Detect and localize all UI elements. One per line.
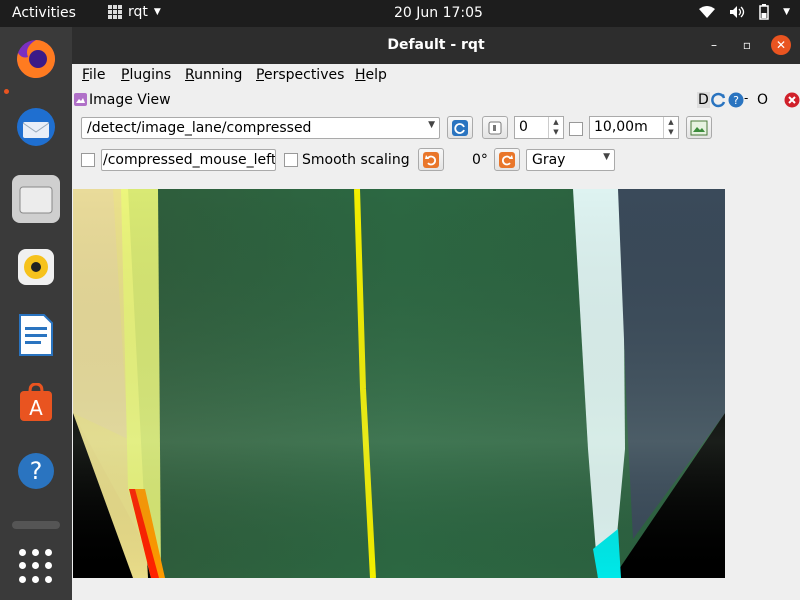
menu-file[interactable]: File [82,67,105,83]
minimize-button[interactable]: – [704,35,724,55]
rotate-right-icon [499,151,515,168]
close-button[interactable]: ✕ [771,35,791,55]
chevron-down-icon: ▼ [428,120,435,130]
options-button[interactable]: O [757,92,768,108]
mouse-topic-value: /compressed_mouse_left [103,152,276,168]
menu-help[interactable]: Help [355,67,387,83]
svg-text:?: ? [30,457,43,485]
topic-select[interactable]: /detect/image_lane/compressed ▼ [81,117,440,139]
mouse-publish-checkbox[interactable] [81,153,95,167]
wifi-icon [699,5,716,18]
smooth-scaling-label: Smooth scaling [302,152,410,168]
running-indicator [4,89,9,94]
chevron-down-icon: ▼ [153,7,161,17]
rotation-label: 0° [472,152,488,168]
color-scheme-value: Gray [532,152,566,168]
battery-icon [759,4,769,20]
help-icon[interactable]: ? [12,447,60,495]
window-title: Default - rqt [387,37,485,53]
rqt-window: Default - rqt – ▫ ✕ File Plugins Running… [72,27,800,600]
svg-text:A: A [29,396,43,420]
plugin-header: Image View D ? - O [72,89,800,111]
title-bar[interactable]: Default - rqt – ▫ ✕ [72,27,800,64]
show-applications-button[interactable] [19,549,53,583]
queue-size-spinbox[interactable]: 0 ▲ ▼ [514,116,564,139]
dock-plugin-button[interactable]: D [697,92,710,108]
smooth-scaling-checkbox[interactable] [284,153,298,167]
queue-size-value: 0 [519,119,528,135]
close-plugin-icon[interactable] [784,92,800,108]
rotate-left-icon [423,151,439,168]
image-view[interactable] [73,189,725,578]
minus-icon[interactable]: - [744,91,748,105]
activities-button[interactable]: Activities [12,5,76,21]
clock[interactable]: 20 Jun 17:05 [394,5,483,21]
top-bar: Activities rqt ▼ 20 Jun 17:05 ▼ [0,0,800,27]
plugin-title: Image View [89,92,171,108]
duration-checkbox[interactable] [569,122,583,136]
save-image-button[interactable] [686,116,712,139]
firefox-icon[interactable] [12,35,60,83]
topic-select-value: /detect/image_lane/compressed [87,120,312,136]
spin-arrows-icon[interactable]: ▲ ▼ [663,117,678,138]
help-plugin-icon[interactable]: ? [728,92,744,108]
maximize-button[interactable]: ▫ [737,35,757,55]
thunderbird-icon[interactable] [12,103,60,151]
menu-plugins[interactable]: Plugins [121,67,171,83]
chevron-down-icon: ▼ [783,7,790,17]
reload-plugin-icon[interactable] [711,92,727,108]
pause-button[interactable] [482,116,508,139]
files-icon[interactable] [12,175,60,223]
refresh-topics-button[interactable] [447,116,473,139]
app-grid-icon [108,5,122,19]
lane-camera-image [73,189,725,578]
app-menu[interactable]: rqt ▼ [108,4,161,20]
chevron-down-icon: ▼ [603,152,610,162]
duration-spinbox[interactable]: 10,00m ▲ ▼ [589,116,679,139]
color-scheme-select[interactable]: Gray ▼ [526,149,615,171]
dock: A ? [0,27,72,600]
dock-overflow-item[interactable] [12,521,60,529]
spin-arrows-icon[interactable]: ▲ ▼ [548,117,563,138]
save-image-icon [690,120,708,135]
svg-text:?: ? [733,94,739,107]
menu-bar: File Plugins Running Perspectives Help [72,64,800,88]
image-view-icon [74,93,87,106]
volume-icon [730,6,745,18]
writer-icon[interactable] [12,311,60,359]
menu-perspectives[interactable]: Perspectives [256,67,344,83]
rotate-right-button[interactable] [494,148,520,171]
menu-running[interactable]: Running [185,67,242,83]
refresh-icon [452,119,468,136]
system-tray[interactable]: ▼ [699,4,790,20]
rotate-left-button[interactable] [418,148,444,171]
pause-icon [488,121,502,134]
software-icon[interactable]: A [12,379,60,427]
duration-value: 10,00m [594,119,648,135]
rhythmbox-icon[interactable] [12,243,60,291]
mouse-topic-input[interactable]: /compressed_mouse_left [101,149,276,171]
app-menu-label: rqt [128,4,148,20]
